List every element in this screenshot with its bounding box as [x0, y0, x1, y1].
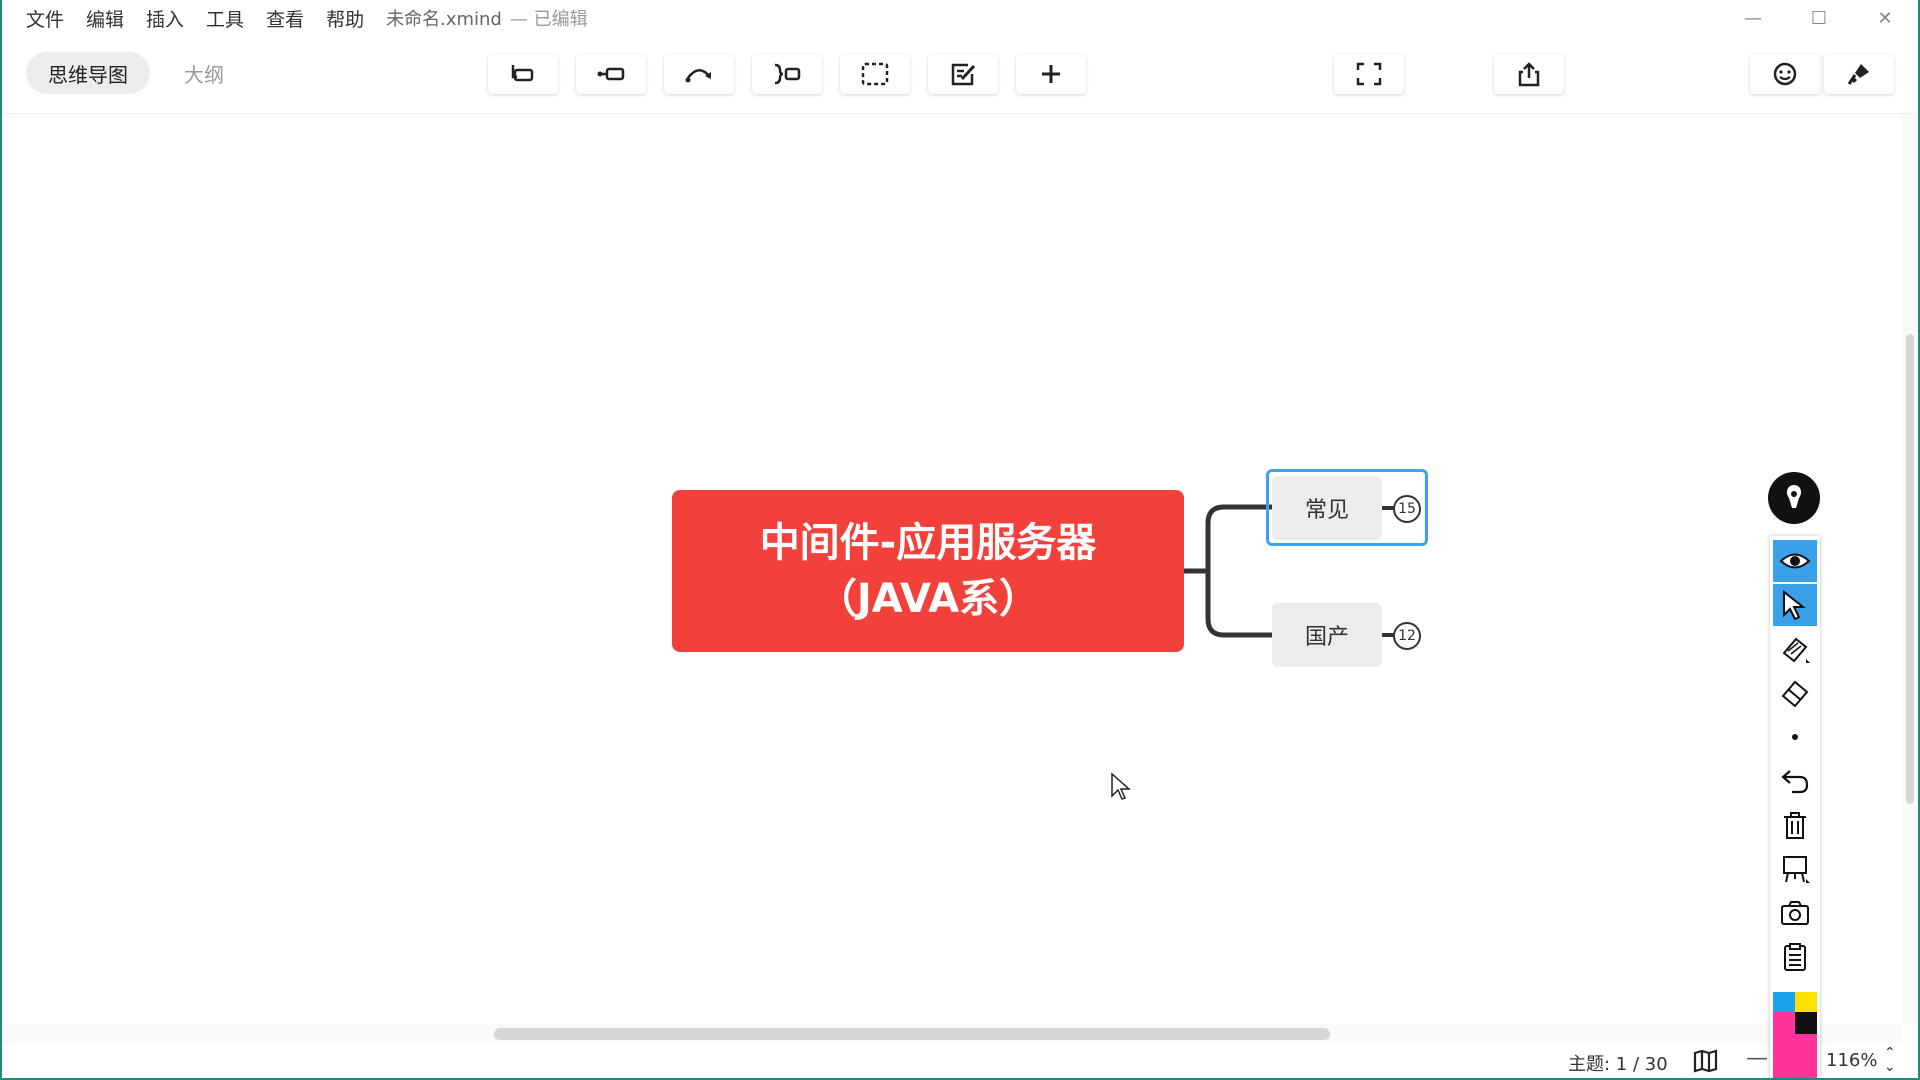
- pen-icon: [1782, 637, 1810, 663]
- zoom-stepper-icon[interactable]: ⌃ ⌄: [1884, 1046, 1896, 1074]
- mindmap-canvas[interactable]: 中间件-应用服务器（JAVA系） 常见 国产 15 12: [2, 114, 1902, 1024]
- undo-icon: [1781, 770, 1809, 794]
- menu-file[interactable]: 文件: [26, 5, 64, 32]
- whiteboard-icon: [1783, 856, 1810, 883]
- zoom-level[interactable]: 116%: [1826, 1050, 1877, 1071]
- app-window: 文件 编辑 插入 工具 查看 帮助 未命名.xmind — 已编辑 — ☐ ✕ …: [2, 0, 1918, 1078]
- vertical-scroll-thumb[interactable]: [1906, 334, 1914, 804]
- collapse-count-badge[interactable]: 12: [1393, 622, 1421, 650]
- trash-icon: [1784, 812, 1806, 839]
- camera-icon: [1781, 901, 1809, 925]
- undo-tool[interactable]: [1773, 760, 1817, 802]
- status-bar: 主题: 1 / 30 — 116% ⌃ ⌄: [2, 1044, 1918, 1078]
- menu-edit[interactable]: 编辑: [86, 5, 124, 32]
- summary-icon: [774, 63, 801, 85]
- close-button[interactable]: ✕: [1852, 0, 1918, 36]
- pen-tool[interactable]: [1773, 628, 1817, 670]
- eye-tool[interactable]: [1773, 540, 1817, 582]
- vertical-scrollbar[interactable]: [1902, 114, 1918, 1024]
- menu-help[interactable]: 帮助: [326, 5, 364, 32]
- insert-topic-button[interactable]: [488, 54, 558, 94]
- boundary-icon: [861, 62, 889, 86]
- menu-tools[interactable]: 工具: [206, 5, 244, 32]
- document-status: — 已编辑: [509, 9, 588, 30]
- clipboard-tool[interactable]: [1773, 936, 1817, 978]
- topic-domestic[interactable]: 国产: [1272, 603, 1382, 667]
- format-icon: [1847, 64, 1869, 85]
- fullscreen-button[interactable]: [1334, 54, 1404, 94]
- note-button[interactable]: [928, 54, 998, 94]
- insert-subtopic-icon: [597, 67, 625, 81]
- color-swatch-black[interactable]: [1795, 1012, 1817, 1034]
- boundary-button[interactable]: [840, 54, 910, 94]
- whiteboard-tool[interactable]: [1773, 848, 1817, 890]
- menu-insert[interactable]: 插入: [146, 5, 184, 32]
- menu-bar: 文件 编辑 插入 工具 查看 帮助 未命名.xmind — 已编辑: [2, 0, 1918, 36]
- map-icon[interactable]: [1692, 1048, 1722, 1074]
- eraser-tool[interactable]: [1773, 672, 1817, 714]
- format-button[interactable]: [1824, 54, 1894, 94]
- eraser-icon: [1781, 680, 1809, 708]
- document-title: 未命名.xmind: [386, 9, 502, 30]
- pointer-tool[interactable]: [1773, 584, 1817, 626]
- tab-outline[interactable]: 大纲: [162, 52, 246, 94]
- emoji-icon: [1773, 62, 1797, 86]
- horizontal-scrollbar[interactable]: [2, 1024, 1902, 1044]
- dot-size-tool[interactable]: [1773, 716, 1817, 758]
- eye-icon: [1779, 553, 1811, 569]
- maximize-button[interactable]: ☐: [1786, 0, 1852, 36]
- pen-app-logo-icon[interactable]: [1768, 472, 1820, 524]
- pen-toolbar: [1770, 536, 1820, 1078]
- fullscreen-icon: [1356, 62, 1382, 86]
- summary-button[interactable]: [752, 54, 822, 94]
- insert-subtopic-button[interactable]: [576, 54, 646, 94]
- share-icon: [1518, 62, 1540, 87]
- share-button[interactable]: [1494, 54, 1564, 94]
- add-button[interactable]: [1016, 54, 1086, 94]
- note-icon: [951, 63, 976, 86]
- toolbar: 思维导图 大纲: [2, 36, 1918, 114]
- tab-mindmap[interactable]: 思维导图: [26, 52, 150, 94]
- clipboard-icon: [1784, 943, 1806, 971]
- dot-icon: [1792, 734, 1798, 740]
- add-icon: [1042, 65, 1060, 83]
- central-topic[interactable]: 中间件-应用服务器（JAVA系）: [672, 490, 1184, 652]
- window-controls: — ☐ ✕: [1720, 0, 1918, 36]
- insert-topic-icon: [511, 65, 534, 82]
- mouse-cursor-icon: [1111, 772, 1131, 800]
- color-swatch-yellow[interactable]: [1795, 992, 1817, 1012]
- topic-common[interactable]: 常见: [1272, 476, 1382, 540]
- topic-count: 主题: 1 / 30: [1568, 1054, 1668, 1075]
- clear-tool[interactable]: [1773, 804, 1817, 846]
- relationship-button[interactable]: [664, 54, 734, 94]
- color-swatch-blue[interactable]: [1773, 992, 1795, 1012]
- emoji-button[interactable]: [1750, 54, 1820, 94]
- relationship-icon: [685, 69, 711, 83]
- zoom-out-button[interactable]: —: [1746, 1046, 1768, 1071]
- screenshot-tool[interactable]: [1773, 892, 1817, 934]
- horizontal-scroll-thumb[interactable]: [494, 1028, 1330, 1040]
- menu-view[interactable]: 查看: [266, 5, 304, 32]
- minimize-button[interactable]: —: [1720, 0, 1786, 36]
- collapse-count-badge[interactable]: 15: [1393, 495, 1421, 523]
- pointer-icon: [1783, 589, 1806, 621]
